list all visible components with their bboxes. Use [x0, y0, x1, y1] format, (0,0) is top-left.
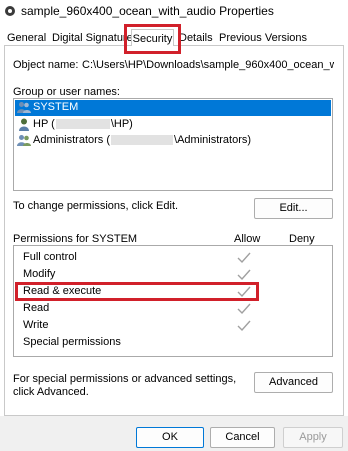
edit-button[interactable]: Edit... — [254, 198, 333, 219]
window-title: sample_960x400_ocean_with_audio Properti… — [21, 4, 274, 18]
allow-check-icon — [237, 252, 251, 264]
security-tab-highlight-annotation — [124, 24, 181, 54]
deny-column-header: Deny — [289, 233, 315, 245]
object-name-value: C:\Users\HP\Downloads\sample_960x400_oce… — [82, 59, 334, 71]
tab-previous-versions[interactable]: Previous Versions — [219, 32, 307, 44]
list-item-label: SYSTEM — [33, 101, 79, 113]
tab-general[interactable]: General — [7, 32, 46, 44]
redacted-text — [111, 135, 174, 146]
list-item-label: Administrators (\Administrators) — [33, 134, 252, 146]
advanced-settings-text: For special permissions or advanced sett… — [13, 373, 237, 398]
file-icon — [5, 6, 15, 16]
allow-column-header: Allow — [234, 233, 261, 245]
group-user-listbox[interactable]: SYSTEM HP (\HP) Administrators (\Adminis… — [13, 98, 333, 191]
permission-write: Write — [23, 319, 49, 331]
apply-button[interactable]: Apply — [283, 427, 343, 448]
cancel-button[interactable]: Cancel — [210, 427, 275, 448]
advanced-button[interactable]: Advanced — [254, 372, 333, 393]
permissions-header: Permissions for SYSTEM — [13, 233, 138, 245]
allow-check-icon — [237, 303, 251, 315]
read-execute-highlight-annotation — [15, 282, 259, 301]
list-item-label: HP (\HP) — [33, 118, 133, 130]
users-group-icon — [17, 102, 31, 113]
ok-button[interactable]: OK — [136, 427, 204, 448]
permission-modify: Modify — [23, 268, 56, 280]
list-item-system[interactable]: SYSTEM — [15, 100, 331, 116]
tab-details[interactable]: Details — [179, 32, 213, 44]
users-group-icon — [17, 135, 31, 146]
permission-read: Read — [23, 302, 50, 314]
permissions-list: Full control Modify Read & execute Read … — [13, 245, 333, 357]
permission-special: Special permissions — [23, 336, 121, 348]
object-name-label: Object name: — [13, 59, 79, 71]
title-bar: sample_960x400_ocean_with_audio Properti… — [0, 0, 348, 24]
redacted-text — [55, 119, 110, 130]
allow-check-icon — [237, 320, 251, 332]
change-permissions-text: To change permissions, click Edit. — [13, 200, 179, 212]
list-item-administrators[interactable]: Administrators (\Administrators) — [15, 133, 331, 149]
permission-full-control: Full control — [23, 251, 77, 263]
group-names-label: Group or user names: — [13, 86, 120, 98]
list-item-hp[interactable]: HP (\HP) — [15, 117, 331, 133]
allow-check-icon — [237, 269, 251, 281]
user-icon — [19, 118, 29, 131]
